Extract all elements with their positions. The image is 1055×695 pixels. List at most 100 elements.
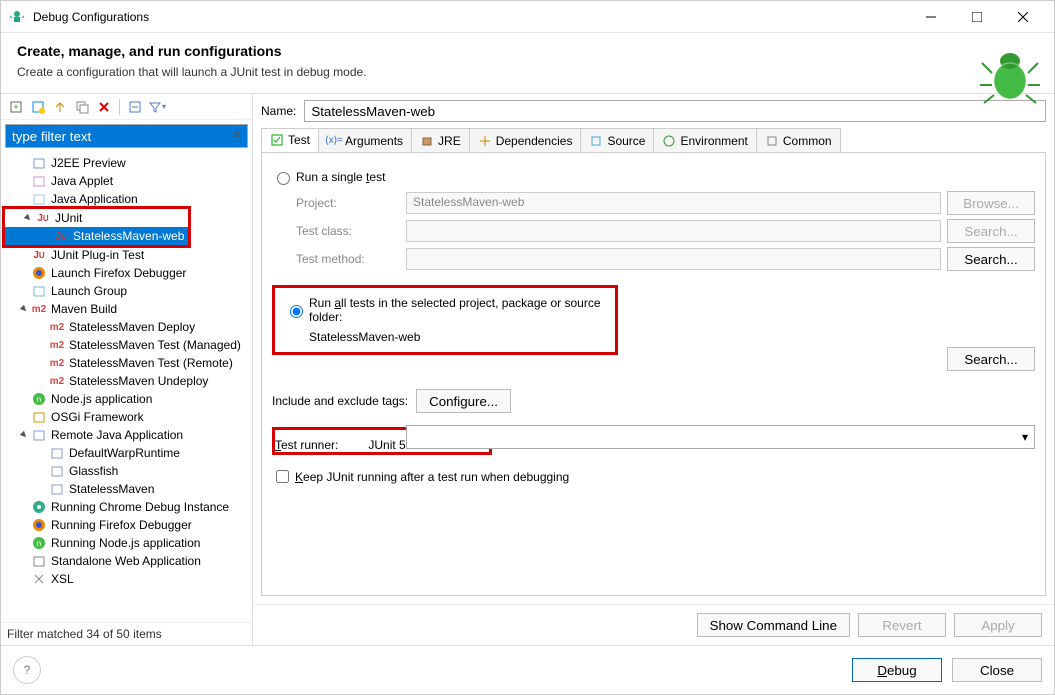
clear-filter-icon[interactable]: ✕ <box>232 128 242 142</box>
tab-jre[interactable]: JRE <box>411 128 470 152</box>
configure-tags-button[interactable]: Configure... <box>416 389 511 413</box>
expander-icon[interactable] <box>21 213 35 223</box>
minimize-button[interactable] <box>908 1 954 33</box>
name-input[interactable] <box>304 100 1046 122</box>
remote-icon <box>31 427 47 443</box>
tab-label: Test <box>288 133 310 147</box>
expander-icon[interactable] <box>17 304 31 314</box>
tree-item[interactable]: Running Chrome Debug Instance <box>1 498 252 516</box>
tree-item-label: Glassfish <box>69 464 118 478</box>
tab-environment[interactable]: Environment <box>653 128 756 152</box>
close-dialog-button[interactable]: Close <box>952 658 1042 682</box>
firefox-icon <box>31 265 47 281</box>
environment-icon <box>662 134 676 148</box>
tree-item[interactable]: Launch Firefox Debugger <box>1 264 252 282</box>
tree-item[interactable]: Launch Group <box>1 282 252 300</box>
junit-icon: JU <box>53 228 69 244</box>
tree-item[interactable]: Standalone Web Application <box>1 552 252 570</box>
tab-label: Common <box>783 134 832 148</box>
tree-item[interactable]: StatelessMaven <box>1 480 252 498</box>
tree-item[interactable]: Java Application <box>1 190 252 208</box>
tree-item[interactable]: m2Maven Build <box>1 300 252 318</box>
close-button[interactable] <box>1000 1 1046 33</box>
help-icon[interactable]: ? <box>13 656 41 684</box>
delete-icon[interactable] <box>95 98 113 116</box>
tree-item[interactable]: J2EE Preview <box>1 154 252 172</box>
radio-single-input[interactable] <box>277 172 290 185</box>
tree-item[interactable]: JU StatelessMaven-web <box>5 227 188 245</box>
testmethod-label: Test method: <box>296 252 406 266</box>
testclass-field <box>406 220 941 242</box>
window-title: Debug Configurations <box>33 10 908 24</box>
svg-text:+: + <box>13 102 18 112</box>
maximize-button[interactable] <box>954 1 1000 33</box>
group-icon <box>31 283 47 299</box>
duplicate-icon[interactable] <box>73 98 91 116</box>
tab-test[interactable]: Test <box>261 128 319 152</box>
tree-item[interactable]: m2StatelessMaven Test (Remote) <box>1 354 252 372</box>
tree-item-label: Launch Group <box>51 284 127 298</box>
expander-icon[interactable] <box>17 430 31 440</box>
svg-text:n: n <box>37 539 41 548</box>
tree-item[interactable]: JUJUnit Plug-in Test <box>1 246 252 264</box>
tree-item[interactable]: Remote Java Application <box>1 426 252 444</box>
tree-item-label: Launch Firefox Debugger <box>51 266 186 280</box>
node-icon: n <box>31 391 47 407</box>
tree-item-label: Maven Build <box>51 302 117 316</box>
remote-child-icon <box>49 445 65 461</box>
test-runner-select[interactable]: JUnit 5 ▾ <box>406 425 1035 449</box>
tree-item[interactable]: nRunning Node.js application <box>1 534 252 552</box>
export-icon[interactable] <box>51 98 69 116</box>
source-icon <box>589 134 603 148</box>
web-icon <box>31 553 47 569</box>
testmethod-field <box>406 248 941 270</box>
tree-item[interactable]: DefaultWarpRuntime <box>1 444 252 462</box>
tab-label: Environment <box>680 134 747 148</box>
show-cmdline-button[interactable]: Show Command Line <box>697 613 850 637</box>
tree-item[interactable]: Glassfish <box>1 462 252 480</box>
filter-input[interactable] <box>5 124 248 148</box>
chevron-down-icon: ▾ <box>1022 430 1028 444</box>
debug-button[interactable]: Debug <box>852 658 942 682</box>
tab-source[interactable]: Source <box>580 128 654 152</box>
collapse-all-icon[interactable] <box>126 98 144 116</box>
tree-item-label: Java Applet <box>51 174 113 188</box>
filter-icon[interactable]: ▾ <box>148 98 166 116</box>
testclass-label: Test class: <box>296 224 406 238</box>
tree-item-label: Remote Java Application <box>51 428 183 442</box>
all-tests-search-button[interactable]: Search... <box>947 347 1035 371</box>
bug-icon <box>978 41 1042 105</box>
node-icon: n <box>31 535 47 551</box>
tree-item[interactable]: m2StatelessMaven Deploy <box>1 318 252 336</box>
tree-item-label: StatelessMaven Test (Managed) <box>69 338 241 352</box>
config-tree[interactable]: J2EE PreviewJava AppletJava ApplicationJ… <box>1 152 252 622</box>
tree-item-label: StatelessMaven-web <box>73 229 184 243</box>
tab-arguments[interactable]: (x)=Arguments <box>318 128 412 152</box>
sidebar: + ▾ ✕ J2EE Preview Java Applet Java Applic… <box>1 94 253 645</box>
titlebar: Debug Configurations <box>1 1 1054 33</box>
dependencies-icon <box>478 134 492 148</box>
radio-all-tests[interactable]: Run all tests in the selected project, p… <box>285 296 605 324</box>
tree-item[interactable]: nNode.js application <box>1 390 252 408</box>
new-config-icon[interactable]: + <box>7 98 25 116</box>
tab-common[interactable]: Common <box>756 128 841 152</box>
new-prototype-icon[interactable] <box>29 98 47 116</box>
keep-running-label: Keep JUnit running after a test run when… <box>295 470 569 484</box>
radio-all-input[interactable] <box>290 305 303 318</box>
chrome-icon <box>31 499 47 515</box>
tree-item[interactable]: OSGi Framework <box>1 408 252 426</box>
radio-single-test[interactable]: Run a single test <box>272 169 1035 185</box>
tree-item[interactable]: Running Firefox Debugger <box>1 516 252 534</box>
tree-item[interactable]: m2StatelessMaven Test (Managed) <box>1 336 252 354</box>
tree-item[interactable]: m2StatelessMaven Undeploy <box>1 372 252 390</box>
tree-item[interactable]: Java Applet <box>1 172 252 190</box>
tab-label: Dependencies <box>496 134 573 148</box>
tree-item[interactable]: XSL <box>1 570 252 588</box>
testmethod-search-button[interactable]: Search... <box>947 247 1035 271</box>
common-icon <box>765 134 779 148</box>
sidebar-toolbar: + ▾ <box>1 94 252 120</box>
tree-item[interactable]: JUJUnit <box>5 209 188 227</box>
m2-icon: m2 <box>49 355 65 371</box>
tab-dependencies[interactable]: Dependencies <box>469 128 582 152</box>
keep-running-checkbox[interactable] <box>276 470 289 483</box>
